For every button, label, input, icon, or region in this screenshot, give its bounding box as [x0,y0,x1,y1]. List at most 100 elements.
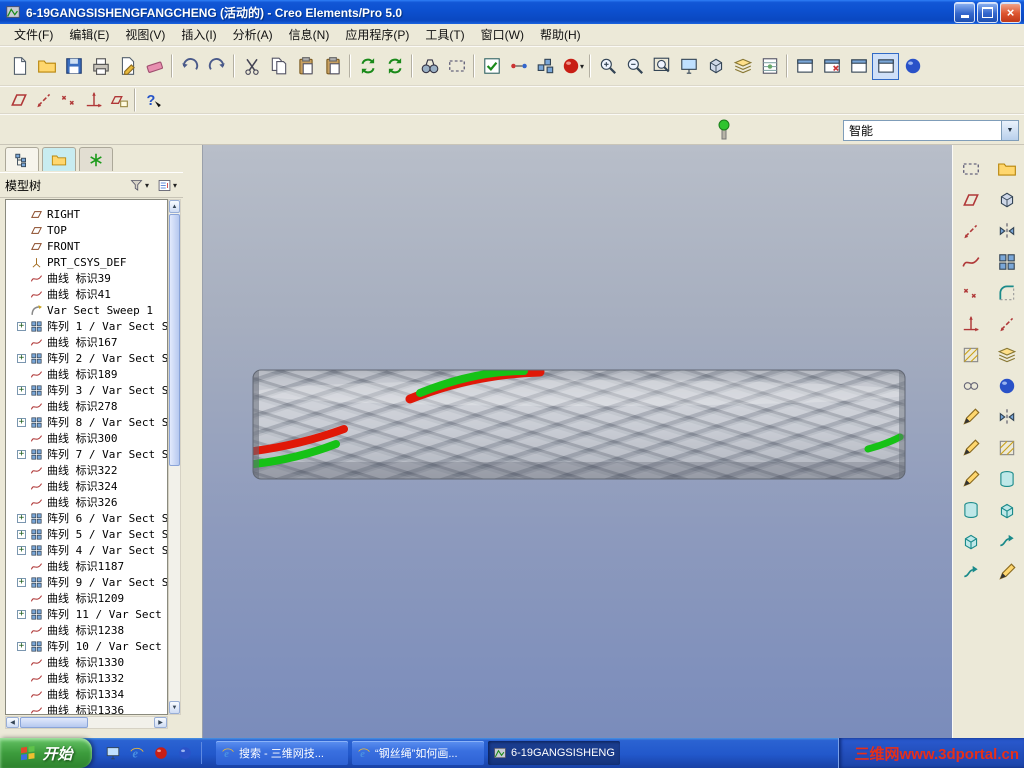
tree-item[interactable]: + 曲线 标识39 [6,270,167,286]
spin-center-button[interactable] [899,53,926,80]
datum-axis-tool[interactable] [957,217,985,245]
favorites-tab[interactable] [79,147,113,171]
draft-tool[interactable] [993,403,1021,431]
menu-item[interactable]: 视图(V) [117,23,173,46]
datum-graph-button[interactable] [106,88,131,113]
tree-item[interactable]: + 曲线 标识167 [6,334,167,350]
tree-item[interactable]: + 曲线 标识1334 [6,686,167,702]
task-howto-window[interactable]: “钢丝绳”如何画... [352,741,484,765]
regenerate-button[interactable] [354,53,381,80]
zoom-out-button[interactable] [621,53,648,80]
separator[interactable] [349,54,351,78]
save-copy-button[interactable] [114,53,141,80]
chamfer-tool[interactable] [993,310,1021,338]
tree-item[interactable]: + 曲线 标识322 [6,462,167,478]
model-player-button[interactable] [532,53,559,80]
surface-revolve-tool[interactable] [993,496,1021,524]
menu-item[interactable]: 工具(T) [417,23,472,46]
tree-item[interactable]: + 曲线 标识300 [6,430,167,446]
new-window-button[interactable] [791,53,818,80]
tree-item[interactable]: + TOP [6,222,167,238]
separator[interactable] [411,54,413,78]
datum-point-button[interactable] [56,88,81,113]
menu-item[interactable]: 窗口(W) [473,23,532,46]
select-box-tool[interactable] [957,155,985,183]
expand-icon[interactable]: + [17,545,26,555]
shell-tool[interactable] [993,341,1021,369]
select-box-button[interactable] [443,53,470,80]
tree-horizontal-scrollbar[interactable]: ◀ ▶ [5,716,168,729]
view-manager-button[interactable] [756,53,783,80]
sweep-tool[interactable] [957,558,985,586]
tree-item[interactable]: + 曲线 标识1332 [6,670,167,686]
tree-item[interactable]: + 阵列 3 / Var Sect S [6,382,167,398]
style-tool[interactable] [993,558,1021,586]
tree-item[interactable]: + 曲线 标识1187 [6,558,167,574]
repaint-button[interactable] [675,53,702,80]
ie-icon[interactable] [127,743,147,763]
menu-item[interactable]: 编辑(E) [61,23,117,46]
save-button[interactable] [60,53,87,80]
reference-tool[interactable] [957,372,985,400]
scroll-thumb[interactable] [20,717,88,728]
tree-item[interactable]: + 曲线 标识1336 [6,702,167,714]
scroll-thumb[interactable] [169,214,180,466]
layers-button[interactable] [729,53,756,80]
separator[interactable] [786,54,789,78]
folder-browser-tab[interactable] [42,147,76,171]
insert-from-file-tool[interactable] [993,155,1021,183]
menu-item[interactable]: 信息(N) [281,23,338,46]
scroll-down-button[interactable]: ▼ [169,701,180,714]
separator[interactable] [473,54,475,78]
menu-item[interactable]: 分析(A) [225,23,281,46]
tree-item[interactable]: + 曲线 标识41 [6,286,167,302]
tree-item[interactable]: + 曲线 标识1330 [6,654,167,670]
menu-item[interactable]: 插入(I) [173,23,224,46]
redo-button[interactable] [203,53,230,80]
expand-icon[interactable]: + [17,449,26,459]
tree-item[interactable]: + 阵列 1 / Var Sect S [6,318,167,334]
select-working-window-button[interactable] [478,53,505,80]
hole-tool[interactable] [993,372,1021,400]
wire-rope-model[interactable] [252,367,907,482]
extrude-tool[interactable] [957,496,985,524]
start-button[interactable]: 开始 [0,738,92,768]
selection-filter[interactable]: 智能 ▼ [843,120,1019,141]
component-interface-button[interactable] [505,53,532,80]
new-file-button[interactable] [6,53,33,80]
current-window-button[interactable] [872,52,900,80]
surface-extrude-tool[interactable] [993,465,1021,493]
tree-item[interactable]: + 曲线 标识324 [6,478,167,494]
task-search-window[interactable]: 搜索 - 三维网技... [216,741,348,765]
tree-item[interactable]: + 阵列 11 / Var Sect [6,606,167,622]
rib-tool[interactable] [993,434,1021,462]
messenger-icon[interactable] [175,743,195,763]
datum-point-tool[interactable] [957,279,985,307]
separator[interactable] [134,88,136,112]
tree-vertical-scrollbar[interactable]: ▲ ▼ [168,199,181,715]
mirror-tool[interactable] [993,217,1021,245]
menu-item[interactable]: 应用程序(P) [337,23,417,46]
copy-button[interactable] [265,53,292,80]
datum-csys-tool[interactable] [957,310,985,338]
analysis-tool[interactable] [957,341,985,369]
maximize-button[interactable] [977,1,998,23]
separator[interactable] [233,54,235,78]
erase-display-button[interactable] [141,53,168,80]
print-button[interactable] [87,53,114,80]
expand-icon[interactable]: + [17,513,26,523]
boundary-blend-tool[interactable] [993,527,1021,555]
separator[interactable] [171,54,173,78]
expand-icon[interactable]: + [17,353,26,363]
find-button[interactable] [416,53,443,80]
sketch-plane-tool[interactable] [957,434,985,462]
tree-filter-menu-button[interactable]: ▾ [128,177,150,194]
tree-item[interactable]: + RIGHT [6,206,167,222]
tree-item[interactable]: + PRT_CSYS_DEF [6,254,167,270]
appearance-gallery-button[interactable]: ▾ [559,53,586,80]
scroll-up-button[interactable]: ▲ [169,200,180,213]
zoom-in-button[interactable] [594,53,621,80]
undo-button[interactable] [176,53,203,80]
expand-icon[interactable]: + [17,577,26,587]
reorient-tool[interactable] [993,186,1021,214]
